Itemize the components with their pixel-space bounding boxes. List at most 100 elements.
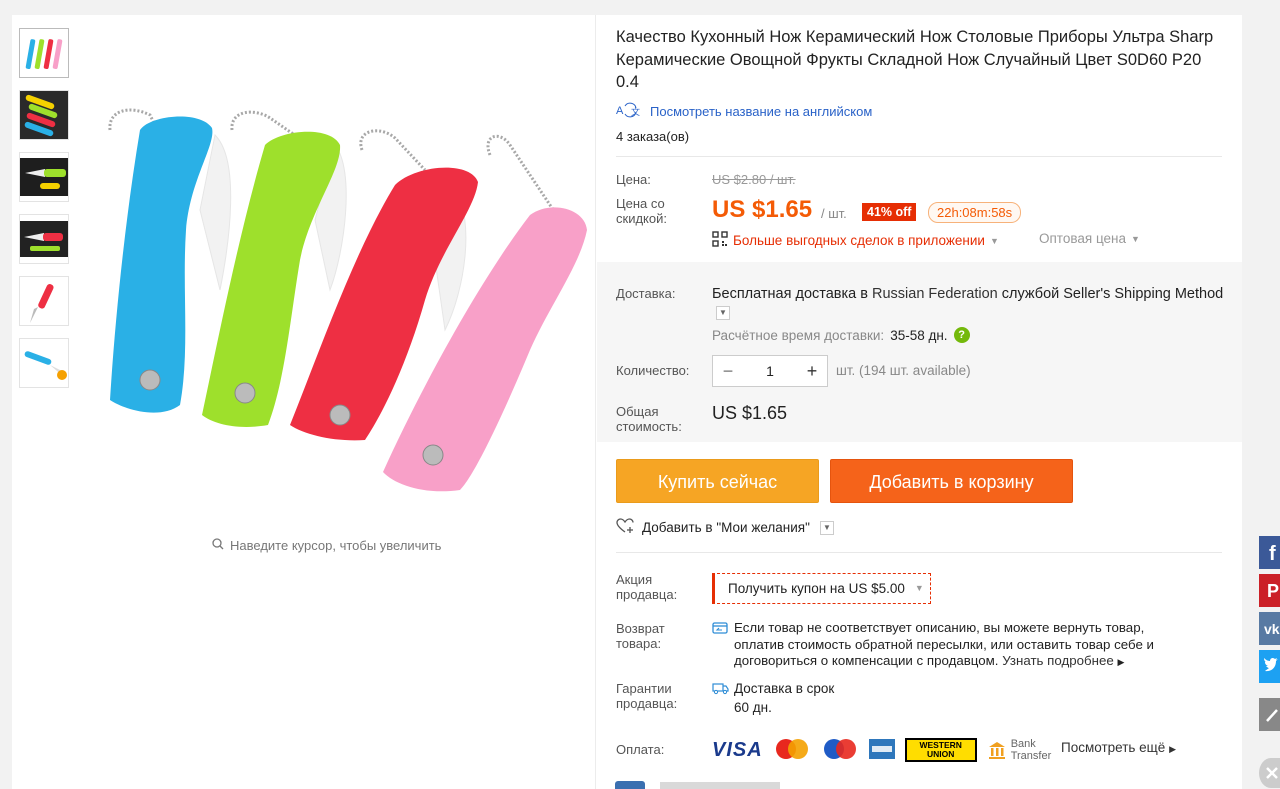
- countdown-timer: 22h:08m:58s: [928, 202, 1022, 223]
- facebook-share-button[interactable]: f: [1259, 536, 1280, 569]
- vk-share-button[interactable]: vk: [1259, 612, 1280, 645]
- total-value: US $1.65: [712, 403, 788, 423]
- product-title: Качество Кухонный Нож Керамический Нож С…: [616, 28, 1214, 91]
- thumbnail-3[interactable]: [19, 152, 69, 202]
- column-divider: [595, 15, 596, 789]
- see-more-text[interactable]: Посмотреть ещё: [1061, 740, 1165, 755]
- knife-blue: [110, 116, 213, 413]
- return-icon: [712, 621, 728, 638]
- heart-plus-icon: [616, 518, 636, 537]
- help-icon[interactable]: ?: [953, 327, 970, 343]
- thumbnail-2[interactable]: [19, 90, 69, 140]
- thumbnail-4[interactable]: [19, 214, 69, 264]
- app-deals-link[interactable]: Больше выгодных сделок в приложении ▼: [712, 231, 999, 250]
- guarantee-text: Доставка в срок 60 дн.: [734, 679, 834, 717]
- payment-methods: VISA WESTERN UNION Bank Transfer: [712, 736, 1055, 764]
- discount-price: US $1.65: [712, 196, 813, 223]
- bank-transfer-icon: Bank Transfer: [987, 738, 1055, 762]
- old-price: US $2.80 / шт.: [712, 172, 796, 187]
- qr-code-icon: [712, 231, 728, 250]
- payment-see-more-link[interactable]: Посмотреть ещё ▶: [1061, 740, 1176, 755]
- magnifier-icon: [212, 538, 224, 553]
- divider: [616, 156, 1222, 157]
- guarantee-line-1: Доставка в срок: [734, 681, 835, 696]
- quantity-available: шт. (194 шт. available): [836, 363, 971, 378]
- quantity-stepper: − 1 +: [712, 355, 828, 387]
- shield-icon: [615, 781, 645, 789]
- caret-right-icon: ▶: [1117, 657, 1125, 667]
- bottom-cutoff-text: [660, 782, 780, 789]
- maestro-icon: [821, 737, 859, 764]
- pencil-icon: [1266, 709, 1278, 722]
- wholesale-text[interactable]: Оптовая цена: [1039, 231, 1126, 246]
- svg-text:vk: vk: [1264, 621, 1280, 637]
- add-to-cart-button[interactable]: Добавить в корзину: [830, 459, 1073, 503]
- shipping-country[interactable]: Russian Federation: [872, 286, 998, 302]
- caret-right-icon: ▶: [1169, 744, 1176, 754]
- returns-text: Если товар не соответствует описанию, вы…: [734, 620, 1194, 671]
- caret-down-icon: ▼: [989, 235, 999, 246]
- chevron-down-icon[interactable]: ▼: [819, 520, 834, 535]
- western-union-icon: WESTERN UNION: [904, 738, 977, 762]
- svg-text:A: A: [616, 105, 624, 117]
- coupon-text[interactable]: Получить купон на US $5.00: [728, 581, 905, 603]
- payment-label: Оплата:: [616, 742, 665, 757]
- discount-badge: 41% off: [862, 203, 917, 221]
- svg-text:f: f: [1269, 543, 1276, 565]
- bank-transfer-text: Bank Transfer: [1010, 738, 1052, 762]
- buy-now-button[interactable]: Купить сейчас: [616, 459, 819, 503]
- returns-learn-more-link[interactable]: Узнать подробнее: [1002, 653, 1114, 668]
- quantity-decrease-button[interactable]: −: [713, 361, 743, 382]
- thumbnail-6[interactable]: [19, 338, 69, 388]
- thumbnail-5[interactable]: [19, 276, 69, 326]
- edit-button[interactable]: [1259, 698, 1280, 731]
- shipping-text: Бесплатная доставка в Russian Federation…: [712, 286, 1242, 302]
- translate-link[interactable]: A文 Посмотреть название на английском: [616, 102, 872, 121]
- zoom-hint: Наведите курсор, чтобы увеличить: [212, 538, 441, 553]
- close-icon: [1266, 767, 1278, 779]
- total-label: Общая стоимость:: [616, 404, 682, 434]
- wishlist-link[interactable]: Добавить в "Мои желания" ▼: [616, 518, 834, 537]
- thumbnail-1[interactable]: [19, 28, 69, 78]
- price-unit: / шт.: [821, 206, 847, 221]
- discount-price-label: Цена со скидкой:: [616, 196, 667, 226]
- zoom-hint-text: Наведите курсор, чтобы увеличить: [230, 538, 442, 553]
- orders-count: 4 заказа(ов): [616, 129, 690, 144]
- quantity-input[interactable]: 1: [743, 363, 797, 379]
- twitter-share-button[interactable]: [1259, 650, 1280, 683]
- returns-label: Возврат товара:: [616, 621, 665, 651]
- wholesale-price-link[interactable]: Оптовая цена ▼: [1039, 231, 1140, 246]
- price-label: Цена:: [616, 172, 651, 187]
- product-main-image[interactable]: [90, 90, 595, 510]
- shipping-suffix: службой Seller's Shipping Method: [1001, 286, 1224, 302]
- wishlist-text[interactable]: Добавить в "Мои желания": [642, 520, 810, 535]
- caret-down-icon: ▼: [1131, 233, 1140, 244]
- twitter-icon: [1264, 657, 1278, 672]
- svg-text:文: 文: [631, 106, 640, 117]
- facebook-icon: f: [1269, 543, 1276, 565]
- svg-text:P: P: [1267, 581, 1279, 601]
- app-deals-text[interactable]: Больше выгодных сделок в приложении: [733, 233, 985, 248]
- guarantee-label: Гарантии продавца:: [616, 681, 678, 711]
- quantity-increase-button[interactable]: +: [797, 361, 827, 382]
- pinterest-share-button[interactable]: P: [1259, 574, 1280, 607]
- get-coupon-button[interactable]: Получить купон на US $5.00 ▼: [712, 573, 931, 604]
- quantity-label: Количество:: [616, 363, 690, 378]
- close-share-button[interactable]: [1259, 758, 1280, 788]
- guarantee-line-2: 60 дн.: [734, 700, 772, 715]
- shipping-dropdown-icon[interactable]: ▼: [716, 306, 730, 320]
- delivery-truck-icon: [712, 681, 730, 698]
- translate-link-text[interactable]: Посмотреть название на английском: [650, 104, 872, 119]
- visa-icon: VISA: [712, 738, 763, 761]
- pinterest-icon: P: [1267, 581, 1279, 601]
- estimated-delivery: Расчётное время доставки: 35-58 дн. ?: [712, 327, 970, 343]
- shipping-prefix: Бесплатная доставка в: [712, 286, 868, 302]
- divider: [616, 552, 1222, 553]
- shipping-label: Доставка:: [616, 286, 676, 301]
- seller-promo-label: Акция продавца:: [616, 572, 678, 602]
- thumbnail-list: [19, 28, 69, 400]
- mastercard-icon: [773, 737, 811, 764]
- caret-down-icon: ▼: [914, 583, 924, 593]
- vk-icon: vk: [1264, 621, 1280, 637]
- estimated-delivery-value: 35-58 дн.: [890, 327, 948, 343]
